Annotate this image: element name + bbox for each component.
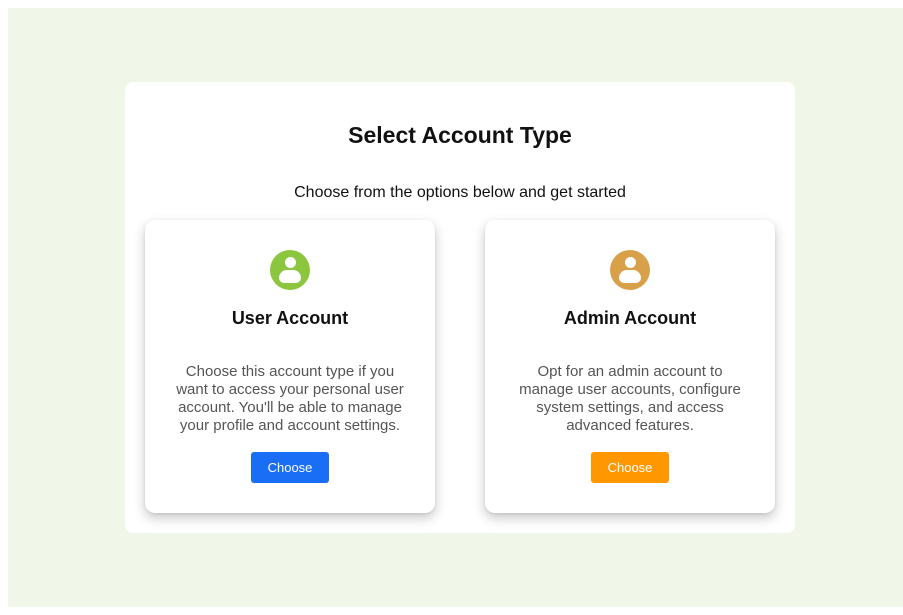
user-icon-body — [279, 270, 301, 283]
user-account-card: User Account Choose this account type if… — [145, 220, 435, 513]
choose-user-account-button[interactable]: Choose — [251, 452, 329, 483]
admin-account-description: Opt for an admin account to manage user … — [519, 363, 741, 434]
admin-account-title: Admin Account — [563, 308, 697, 328]
account-type-panel: Select Account Type Choose from the opti… — [125, 82, 795, 533]
user-icon-head — [285, 257, 296, 268]
admin-user-icon — [610, 250, 650, 290]
admin-account-card: Admin Account Opt for an admin account t… — [485, 220, 775, 513]
page-subtitle: Choose from the options below and get st… — [294, 184, 626, 201]
user-icon — [270, 250, 310, 290]
page-title: Select Account Type — [348, 122, 572, 148]
user-account-description: Choose this account type if you want to … — [176, 363, 404, 434]
admin-user-icon-head — [625, 257, 636, 268]
user-account-title: User Account — [231, 308, 349, 328]
choose-admin-account-button[interactable]: Choose — [591, 452, 669, 483]
page-background: Select Account Type Choose from the opti… — [8, 8, 903, 607]
admin-user-icon-body — [619, 270, 641, 283]
